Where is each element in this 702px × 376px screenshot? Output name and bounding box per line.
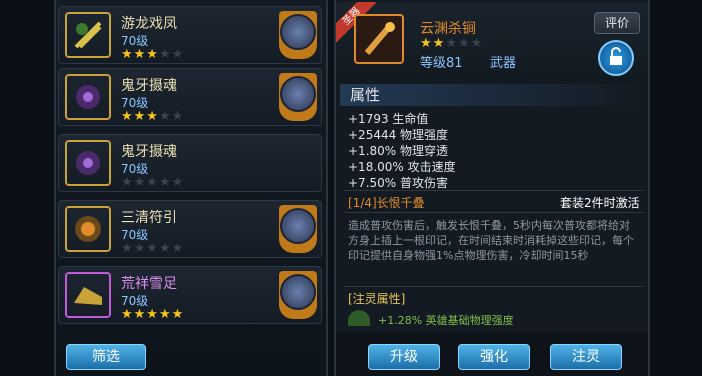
equipment-item-1[interactable]: 游龙戏凤 70级 ★★★★★ xyxy=(58,6,322,64)
lock-icon[interactable] xyxy=(598,40,634,76)
item-name: 鬼牙摄魂 xyxy=(121,78,177,94)
equipment-item-2[interactable]: 鬼牙摄魂 70级 ★★★★★ xyxy=(58,68,322,126)
weapon-type: 武器 xyxy=(490,56,517,71)
item-icon xyxy=(65,140,111,186)
attribute-line: +1793 生命值 xyxy=(348,112,429,126)
divider xyxy=(344,190,644,191)
infuse-button[interactable]: 注灵 xyxy=(550,344,622,370)
divider xyxy=(344,212,644,213)
item-stars: ★★★★★ xyxy=(121,47,185,62)
hero-avatar-badge[interactable] xyxy=(279,11,317,59)
review-button[interactable]: 评价 xyxy=(594,12,640,34)
attribute-line: +1.80% 物理穿透 xyxy=(348,144,448,158)
hero-avatar-badge[interactable] xyxy=(279,205,317,253)
item-icon xyxy=(65,12,111,58)
weapon-stars: ★★★★★ xyxy=(420,36,484,51)
item-icon xyxy=(65,206,111,252)
attributes-heading: 属性 xyxy=(340,84,646,106)
equipment-item-5[interactable]: 荒祥雪足 70级 ★★★★★ xyxy=(58,266,322,324)
enhance-button[interactable]: 强化 xyxy=(458,344,530,370)
item-stars: ★★★★★ xyxy=(121,241,185,256)
set-bonus-description: 造成普攻伤害后，触发长恨千叠，5秒内每次普攻都将给对方身上插上一根印记，在时间结… xyxy=(348,219,634,262)
item-stars: ★★★★★ xyxy=(121,175,185,190)
item-stars: ★★★★★ xyxy=(121,109,185,124)
infuse-icon xyxy=(348,310,370,326)
hero-avatar-badge[interactable] xyxy=(279,271,317,319)
item-icon xyxy=(65,272,111,318)
attribute-line: +7.50% 普攻伤害 xyxy=(348,176,448,190)
attribute-line: +25444 物理强度 xyxy=(348,128,449,142)
equipment-item-3[interactable]: 鬼牙摄魂 70级 ★★★★★ xyxy=(58,134,322,192)
set-bonus-status: 套装2件时激活 xyxy=(560,196,640,210)
equipment-item-4[interactable]: 三清符引 70级 ★★★★★ xyxy=(58,200,322,258)
item-name: 荒祥雪足 xyxy=(121,276,177,292)
item-icon xyxy=(65,74,111,120)
attribute-line: +18.00% 攻击速度 xyxy=(348,160,456,174)
weapon-name: 云渊杀锏 xyxy=(420,21,476,37)
set-bonus-title: [1/4]长恨千叠 xyxy=(348,196,425,210)
hero-avatar-badge[interactable] xyxy=(279,73,317,121)
item-name: 三清符引 xyxy=(121,210,177,226)
infuse-heading: [注灵属性] xyxy=(348,292,406,306)
item-name: 鬼牙摄魂 xyxy=(121,144,177,160)
item-name: 游龙戏凤 xyxy=(121,16,177,32)
weapon-icon xyxy=(354,14,404,64)
item-stars: ★★★★★ xyxy=(121,307,185,322)
upgrade-button[interactable]: 升级 xyxy=(368,344,440,370)
weapon-level: 等级81 xyxy=(420,56,463,71)
infuse-attribute: +1.28% 英雄基础物理强度 xyxy=(378,314,514,327)
filter-button[interactable]: 筛选 xyxy=(66,344,146,370)
divider xyxy=(344,286,644,287)
